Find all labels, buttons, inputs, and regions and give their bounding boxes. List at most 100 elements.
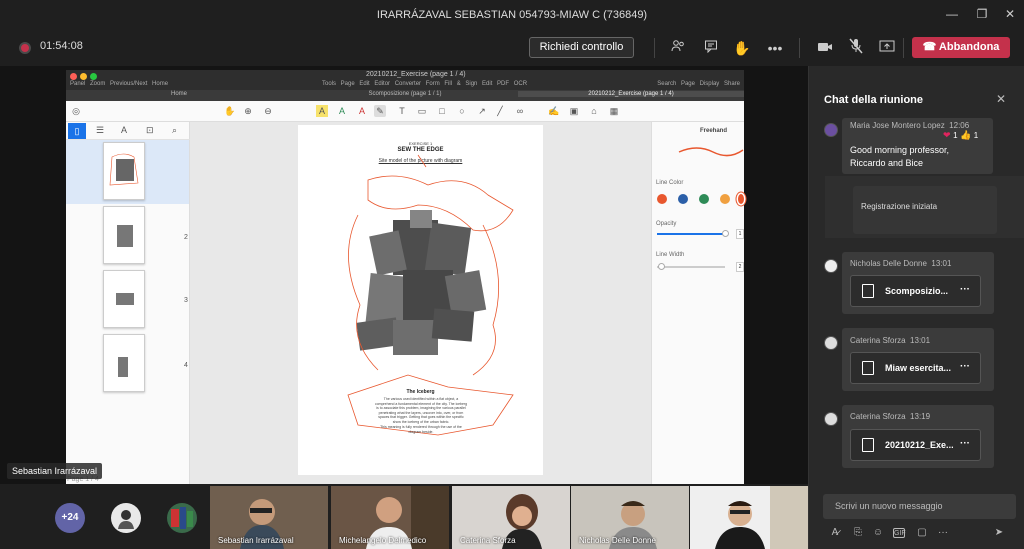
divider [799,38,800,58]
opacity-value: 1 [736,229,744,239]
more-icon[interactable]: ··· [936,526,950,540]
freehand-preview [678,147,744,157]
author-name: Maria Jose Montero Lopez [850,121,945,130]
chat-message-input[interactable]: Scrivi un nuovo messaggio [823,494,1016,519]
file-attachment[interactable]: 20210212_Exe... ··· [850,429,981,461]
video-tile[interactable] [690,486,808,549]
file-name: Scomposizio... [885,286,949,296]
file-more-icon[interactable]: ··· [960,438,970,449]
message-time: 12:06 [949,121,970,130]
annotation-properties-panel: Freehand Line Color Opacity Line Width [651,122,744,484]
close-chat-icon[interactable]: ✕ [996,92,1006,106]
pdf-tab-scomposizione: Scomposizione (page 1 / 1) [368,91,442,97]
video-tile[interactable]: Nicholas Delle Donne [571,486,689,549]
thumbnail-page-3 [103,270,145,328]
pdf-image-icon: ▣ [569,106,579,116]
avatar [824,336,838,350]
page-number-3: 3 [184,297,188,304]
more-options-icon[interactable]: ••• [765,38,785,58]
divider [654,38,655,58]
participants-icon[interactable] [668,38,688,58]
minimize-dot-icon [80,73,87,80]
pdf-tabs: Home Scomposizione (page 1 / 1) 20210212… [66,90,744,101]
system-message-text: Registrazione iniziata [861,202,938,211]
file-attachment[interactable]: Scomposizio... ··· [850,275,981,307]
chat-title: Chat della riunione [824,94,924,106]
reactions[interactable]: ❤ 1 👍 1 [943,130,978,141]
file-icon [862,438,874,452]
gif-icon[interactable]: GIF [893,528,906,538]
pdf-tab-exercise: 20210212_Exercise (page 1 / 4) [518,91,744,97]
participant-avatar[interactable] [167,503,197,533]
share-screen-icon[interactable] [877,38,897,58]
color-swatch-amber [720,194,730,204]
color-swatch-blue [678,194,688,204]
pdf-stamp-icon: ⌂ [591,106,597,116]
thumbs-up-count: 1 [973,131,979,140]
opacity-slider-thumb [722,230,729,237]
overflow-count-badge[interactable]: +24 [55,503,85,533]
maximize-icon[interactable]: ❐ [975,6,989,22]
pdf-document-title: 20210212_Exercise (page 1 / 4) [366,71,466,78]
annotations-icon: A [121,125,128,135]
pdf-strikeout-icon: A [358,106,365,116]
color-swatch-orange [657,194,667,204]
attach-icon[interactable]: ⎘ [851,526,865,540]
doc-section-title: The Iceberg [406,389,435,395]
video-tile[interactable]: Sebastian Irarrázaval [210,486,328,549]
message-author: Maria Jose Montero Lopez 12:06 [850,121,969,130]
participant-name: Nicholas Delle Donne [579,536,656,545]
pdf-tab-home: Home [170,91,187,97]
emoji-icon[interactable]: ☺ [871,526,885,540]
pdf-tool-icon: ◎ [72,106,80,116]
format-text-icon[interactable]: A̷ [828,526,842,540]
thumbnail-page-4 [103,334,145,392]
search-icon: ⌕ [172,125,178,135]
sticker-icon[interactable]: ▢ [915,526,929,540]
close-window-icon[interactable]: ✕ [1003,6,1017,22]
file-more-icon[interactable]: ··· [960,284,970,295]
pdf-zoom-out-icon: ⊖ [264,106,272,116]
microphone-muted-icon[interactable] [846,38,866,58]
video-tile[interactable]: Michelangelo Delmedico [331,486,449,549]
freehand-title: Freehand [700,128,728,134]
color-swatch-green [699,194,709,204]
avatar [824,259,838,273]
send-icon[interactable]: ➤ [992,526,1006,540]
color-swatch-selected [738,194,744,204]
pdf-sign-icon: ✍ [548,106,560,116]
divider [903,38,904,58]
meeting-toolbar [0,30,1024,66]
message-author: Caterina Sforza 13:19 [850,412,930,421]
video-tile[interactable]: Caterina Sforza [452,486,570,549]
pdf-note-icon: ▭ [417,106,427,116]
request-control-button[interactable]: Richiedi controllo [529,37,634,58]
pdf-table-icon: ▦ [609,106,619,116]
pdf-arrow-icon: ↗ [478,106,486,116]
message-author: Caterina Sforza 13:01 [850,336,930,345]
zoom-dot-icon [90,73,97,80]
file-more-icon[interactable]: ··· [960,361,970,372]
line-width-label: Line Width [656,252,685,258]
file-attachment[interactable]: Miaw esercita... ··· [850,352,981,384]
avatar [824,412,838,426]
page-panel-icon: ▯ [68,123,86,139]
camera-icon[interactable] [815,38,835,58]
leave-button[interactable]: ☎ Abbandona [912,37,1010,58]
pdf-menu-right: Search Page Display Share [657,81,740,87]
pdf-underline-icon: A [338,106,345,116]
minimize-icon[interactable]: — [945,6,959,22]
snapshot-icon: ⊡ [146,125,154,135]
participant-avatar[interactable] [111,503,141,533]
pdf-ellipse-icon: ○ [459,106,465,116]
pdf-zoom-in-icon: ⊕ [244,106,252,116]
shared-screen[interactable]: 20210212_Exercise (page 1 / 4) Panel Zoo… [66,70,744,484]
pdf-pencil-icon: ✎ [374,105,386,117]
author-name: Caterina Sforza [850,412,906,421]
message-text-line: Riccardo and Bice [850,158,924,168]
thumbs-up-icon: 👍 [960,130,972,140]
phone-hangup-icon: ☎ [922,41,939,53]
leave-label: Abbandona [938,41,1000,53]
chat-icon[interactable] [701,38,721,58]
raise-hand-icon[interactable]: ✋ [732,38,752,58]
